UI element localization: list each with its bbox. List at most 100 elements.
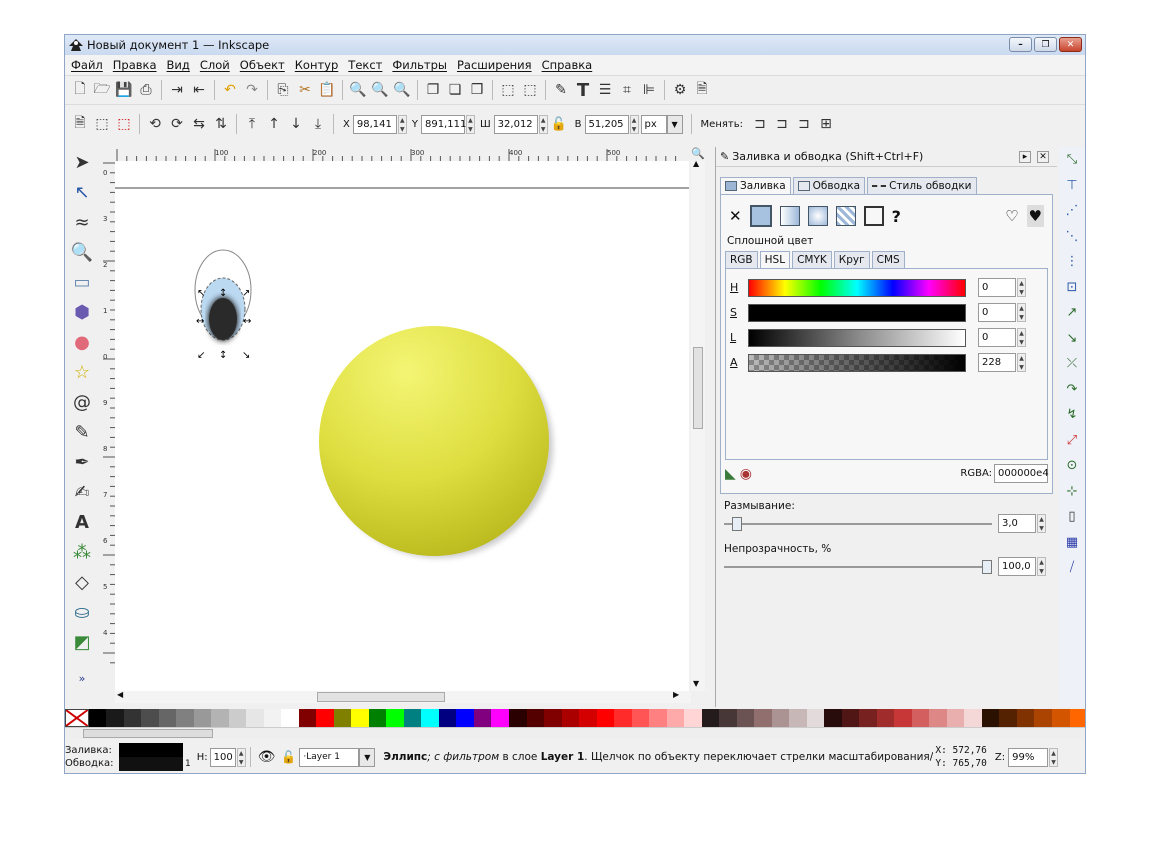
menu-help[interactable]: Справка — [542, 58, 593, 72]
print-icon[interactable]: ⎙ — [135, 79, 157, 101]
l-channel-spinner[interactable]: ▲ ▼ — [1017, 328, 1026, 347]
palette-swatch[interactable] — [631, 709, 650, 727]
pen-tool-icon[interactable]: ✒ — [69, 447, 95, 477]
palette-swatch[interactable] — [719, 709, 737, 727]
palette-swatch[interactable] — [981, 709, 1000, 727]
tab-wheel[interactable]: Круг — [833, 251, 870, 268]
swatch-icon[interactable] — [863, 206, 884, 226]
vertical-scroll-thumb[interactable] — [693, 347, 703, 429]
maximize-button[interactable]: ❐ — [1034, 37, 1057, 52]
raise-to-top-icon[interactable]: ⤒ — [241, 113, 263, 135]
linear-gradient-icon[interactable] — [779, 206, 800, 226]
tab-rgb[interactable]: RGB — [725, 251, 758, 268]
scroll-up-icon[interactable]: ▲ — [693, 159, 699, 168]
flat-color-icon[interactable] — [749, 205, 772, 227]
palette-swatch[interactable] — [403, 709, 422, 727]
palette-swatch[interactable] — [1051, 709, 1070, 727]
palette-swatch[interactable] — [333, 709, 352, 727]
color-picker-icon[interactable]: ◣ — [725, 466, 736, 482]
palette-swatch[interactable] — [316, 709, 334, 727]
clone-icon[interactable]: ❏ — [444, 79, 466, 101]
canvas-page[interactable]: ↖ ↕ ↗ ↔ ↔ ↙ ↕ ↘ — [115, 161, 689, 691]
text-tool-icon[interactable]: A — [69, 507, 95, 537]
no-paint-icon[interactable]: ✕ — [729, 207, 742, 225]
snap-midpoints-icon[interactable]: ⤢ — [1061, 428, 1083, 454]
saturation-slider[interactable] — [748, 303, 966, 322]
snap-paths-icon[interactable]: ↘ — [1061, 326, 1083, 352]
palette-scroll-thumb[interactable] — [83, 729, 213, 738]
palette-swatch[interactable] — [614, 709, 632, 727]
palette-swatch[interactable] — [929, 709, 947, 727]
alpha-slider[interactable] — [748, 353, 966, 372]
palette-swatch[interactable] — [841, 709, 860, 727]
tab-fill[interactable]: Заливка — [720, 177, 791, 194]
palette-scrollbar[interactable] — [65, 727, 1085, 739]
yellow-ball[interactable] — [319, 326, 549, 556]
snap-object-center-icon[interactable]: ⊙ — [1061, 453, 1083, 479]
palette-swatch[interactable] — [246, 709, 264, 727]
menu-filters[interactable]: Фильтры — [392, 58, 447, 72]
group-icon[interactable]: ⬚ — [497, 79, 519, 101]
blur-slider[interactable] — [724, 516, 992, 531]
w-spinner[interactable]: ▲ ▼ — [538, 114, 548, 134]
palette-swatch[interactable] — [509, 709, 527, 727]
scale-stroke-icon[interactable]: ⊐ — [749, 113, 771, 135]
eraser-tool-icon[interactable]: ◇ — [69, 567, 95, 597]
palette-swatch[interactable] — [894, 709, 912, 727]
align-distribute-icon[interactable]: ⊫ — [638, 79, 660, 101]
palette-swatch[interactable] — [421, 709, 439, 727]
unset-paint-icon[interactable]: ? — [892, 207, 901, 226]
unit-dropdown-icon[interactable]: ▼ — [666, 114, 683, 134]
pattern-icon[interactable] — [835, 206, 856, 226]
rectangle-tool-icon[interactable]: ▭ — [69, 267, 95, 297]
rotate-ccw-icon[interactable]: ⟲ — [144, 113, 166, 135]
layer-select[interactable]: · Layer 1 — [299, 747, 360, 767]
menu-edit[interactable]: Правка — [113, 58, 157, 72]
import-icon[interactable]: ⇥ — [166, 79, 188, 101]
s-channel-input[interactable]: 0 — [978, 303, 1016, 322]
panel-iconify-icon[interactable]: ▸ — [1019, 150, 1031, 163]
cut-icon[interactable]: ✂ — [294, 79, 316, 101]
y-spinner[interactable]: ▲ ▼ — [465, 114, 475, 134]
palette-swatch[interactable] — [88, 709, 107, 727]
rotate-cw-icon[interactable]: ⟳ — [166, 113, 188, 135]
snap-smooth-icon[interactable]: ↯ — [1061, 402, 1083, 428]
deselect-icon[interactable]: ⬚ — [113, 113, 135, 135]
zoom-tool-icon[interactable]: 🔍 — [69, 237, 95, 267]
palette-swatch[interactable] — [701, 709, 720, 727]
fill-stroke-icon[interactable]: ✎ — [550, 79, 572, 101]
blur-slider-thumb[interactable] — [732, 516, 742, 531]
zoom-selection-icon[interactable]: 🔍 — [347, 79, 369, 101]
palette-swatch[interactable] — [368, 709, 387, 727]
snap-cusp-icon[interactable]: ↷ — [1061, 377, 1083, 403]
palette-swatch[interactable] — [281, 709, 299, 727]
menu-view[interactable]: Вид — [167, 58, 190, 72]
undo-icon[interactable]: ↶ — [219, 79, 241, 101]
snap-nodes-icon[interactable]: ↗ — [1061, 300, 1083, 326]
palette-swatch[interactable] — [684, 709, 702, 727]
gradient-tool-icon[interactable]: ◩ — [69, 627, 95, 657]
palette-swatch[interactable] — [859, 709, 877, 727]
layer-visibility-icon[interactable]: 👁 — [258, 749, 276, 765]
horizontal-scrollbar[interactable]: ◀ ▶ — [115, 690, 691, 703]
lightness-slider[interactable] — [748, 328, 966, 347]
snap-bbox-midpoint-icon[interactable]: ⋮ — [1061, 249, 1083, 275]
palette-swatch[interactable] — [736, 709, 755, 727]
lower-icon[interactable]: ↓ — [285, 113, 307, 135]
palette-swatch[interactable] — [193, 709, 212, 727]
calligraphy-tool-icon[interactable]: ✍ — [69, 477, 95, 507]
a-channel-spinner[interactable]: ▲ ▼ — [1017, 353, 1026, 372]
box-3d-tool-icon[interactable]: ⬢ — [69, 297, 95, 327]
lower-to-bottom-icon[interactable]: ⤓ — [307, 113, 329, 135]
snap-intersections-icon[interactable]: ⤫ — [1061, 351, 1083, 377]
palette-swatch[interactable] — [491, 709, 509, 727]
palette-swatch[interactable] — [456, 709, 474, 727]
ungroup-icon[interactable]: ⬚ — [519, 79, 541, 101]
scale-corners-icon[interactable]: ⊐ — [771, 113, 793, 135]
color-managed-icon[interactable]: ◉ — [740, 466, 752, 482]
palette-swatch[interactable] — [754, 709, 772, 727]
panel-close-icon[interactable]: ✕ — [1037, 150, 1049, 163]
h-channel-spinner[interactable]: ▲ ▼ — [1017, 278, 1026, 297]
opacity-slider[interactable] — [724, 559, 992, 574]
h-spinner[interactable]: ▲ ▼ — [629, 114, 639, 134]
